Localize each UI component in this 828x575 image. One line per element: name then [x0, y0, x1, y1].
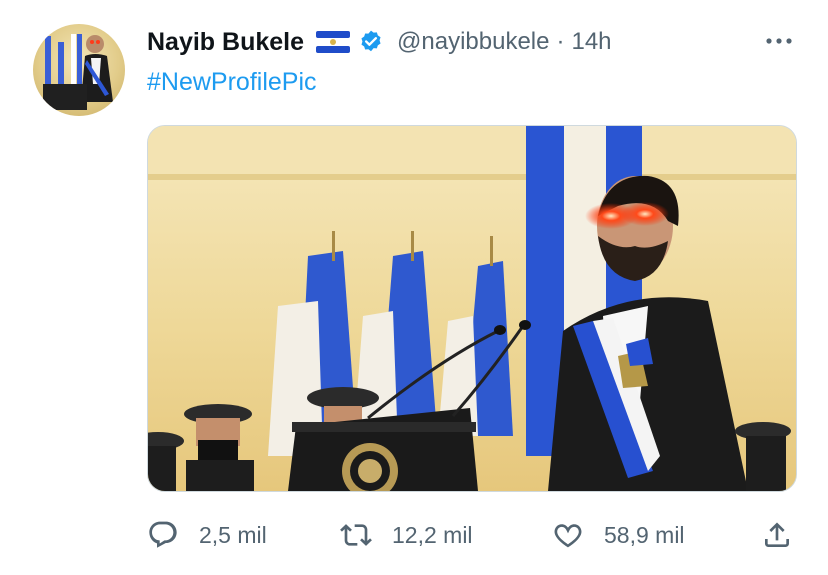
share-button[interactable]: [761, 515, 793, 555]
share-icon: [765, 522, 789, 547]
like-button[interactable]: 58,9 mil: [552, 515, 685, 555]
reply-button[interactable]: 2,5 mil: [147, 515, 267, 555]
tweet-header: Nayib Bukele @nayibbukele · 14h: [147, 24, 612, 60]
tweet-image[interactable]: [147, 125, 797, 492]
like-count: 58,9 mil: [604, 521, 685, 548]
more-options-icon[interactable]: [764, 31, 794, 51]
tweet-actions: 2,5 mil 12,2 mil 58,9 mil: [147, 515, 795, 555]
avatar[interactable]: [33, 24, 125, 116]
timestamp[interactable]: 14h: [571, 28, 611, 56]
hashtag-link[interactable]: #NewProfilePic: [147, 68, 317, 97]
retweet-count: 12,2 mil: [392, 521, 473, 548]
tweet: Nayib Bukele @nayibbukele · 14h #NewProf…: [0, 0, 828, 575]
retweet-icon: [340, 524, 372, 546]
reply-icon: [149, 521, 177, 548]
author-name[interactable]: Nayib Bukele: [147, 28, 304, 57]
separator-dot: ·: [556, 28, 565, 55]
retweet-button[interactable]: 12,2 mil: [340, 515, 473, 555]
like-icon: [554, 524, 582, 548]
el-salvador-flag-icon: [316, 31, 351, 53]
verified-badge-icon: [358, 29, 384, 55]
reply-count: 2,5 mil: [199, 521, 267, 548]
author-handle[interactable]: @nayibbukele: [397, 28, 549, 56]
